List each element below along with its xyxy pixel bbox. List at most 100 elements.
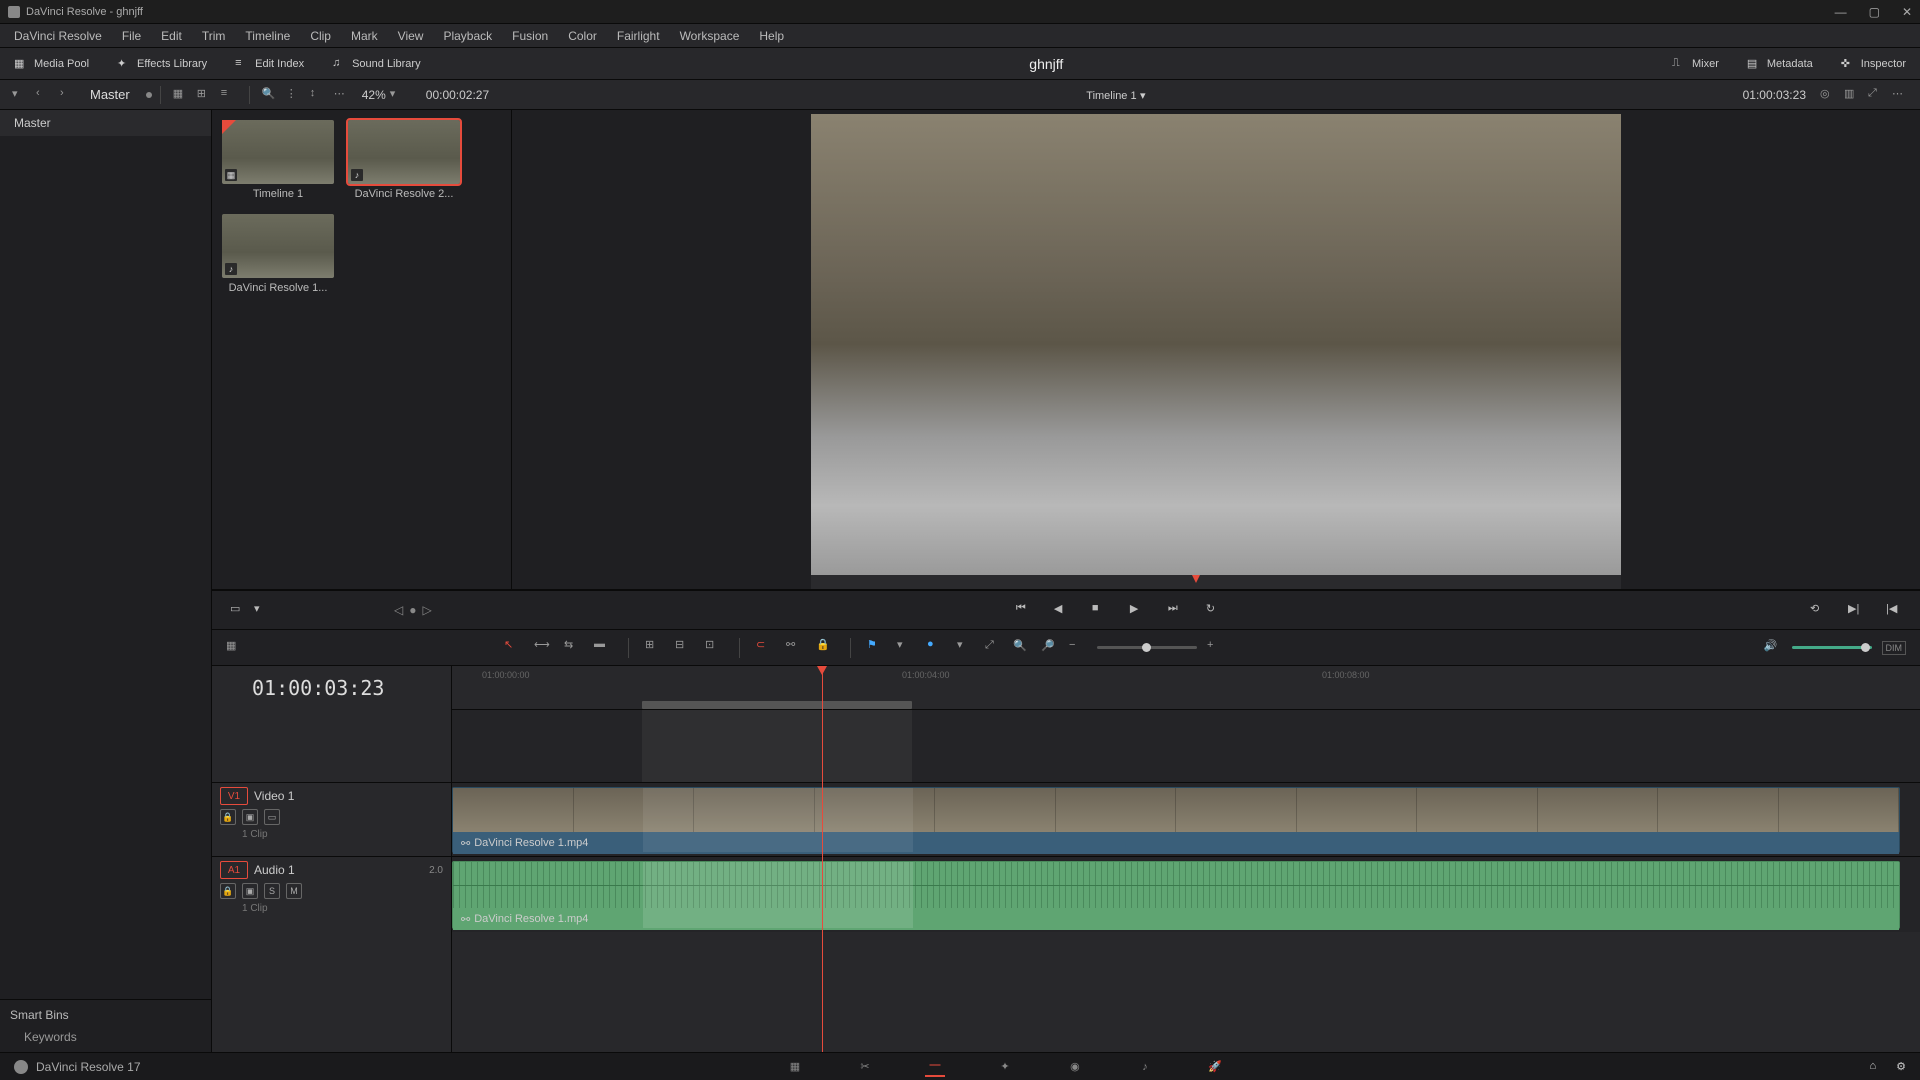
grid-view-icon[interactable]: ⊞ <box>197 87 213 103</box>
stop-icon[interactable]: ■ <box>1092 602 1108 618</box>
menu-file[interactable]: File <box>112 29 151 43</box>
page-cut-icon[interactable]: ✂ <box>855 1057 875 1077</box>
timeline-name[interactable]: Timeline 1 <box>1086 90 1136 102</box>
bypass-icon[interactable]: ◎ <box>1820 87 1836 103</box>
bin-master[interactable]: Master <box>0 110 211 136</box>
settings-icon[interactable]: ⚙ <box>1896 1060 1906 1073</box>
menu-fusion[interactable]: Fusion <box>502 29 558 43</box>
nav-fwd-icon[interactable]: › <box>60 87 76 103</box>
timeline-dropdown-icon[interactable]: ▾ <box>1140 90 1146 102</box>
viewer-mode-icon[interactable]: ▭ <box>230 602 246 618</box>
search-icon[interactable]: 🔍 <box>262 87 278 103</box>
goto-end-icon[interactable]: ⏭ <box>1168 602 1184 618</box>
viewer-scrubber[interactable] <box>811 575 1621 589</box>
jog-next-icon[interactable]: ▷ <box>422 603 431 617</box>
in-out-range[interactable] <box>642 701 912 709</box>
zoom-detail-icon[interactable]: 🔍 <box>1013 639 1031 657</box>
timeline-ruler[interactable]: 01:00:00:00 01:00:04:00 01:00:08:00 <box>452 666 1920 710</box>
zoom-in-icon[interactable]: + <box>1207 639 1225 657</box>
match-frame-icon[interactable]: ⟲ <box>1810 602 1826 618</box>
viewer-options-icon[interactable]: ⋯ <box>1892 87 1908 103</box>
inspector-toggle[interactable]: ✜Inspector <box>1827 57 1920 71</box>
audio-clip[interactable]: ⚯DaVinci Resolve 1.mp4 <box>452 861 1900 929</box>
zoom-dropdown-icon[interactable]: ▾ <box>390 87 406 103</box>
marker-dropdown-icon[interactable]: ▾ <box>957 638 975 656</box>
menu-timeline[interactable]: Timeline <box>235 29 300 43</box>
smart-bin-keywords[interactable]: Keywords <box>10 1030 201 1044</box>
sound-library-toggle[interactable]: ♫Sound Library <box>318 48 435 79</box>
zoom-full-icon[interactable]: ⤢ <box>985 639 1003 657</box>
auto-select-icon[interactable]: ▣ <box>242 883 258 899</box>
timeline-body[interactable]: 01:00:00:00 01:00:04:00 01:00:08:00 ⚯DaV… <box>452 666 1920 1052</box>
nav-back-icon[interactable]: ‹ <box>36 87 52 103</box>
page-color-icon[interactable]: ◉ <box>1065 1057 1085 1077</box>
viewer-mode-dropdown-icon[interactable]: ▾ <box>254 602 270 618</box>
page-edit-icon[interactable]: ⎯⎯ <box>925 1057 945 1077</box>
minimize-button[interactable]: — <box>1835 5 1847 19</box>
clip-thumb[interactable]: ♪ <box>222 214 334 278</box>
lock-track-icon[interactable]: 🔒 <box>220 809 236 825</box>
step-back-icon[interactable]: ◀ <box>1054 602 1070 618</box>
flag-icon[interactable]: ⚑ <box>867 638 885 656</box>
zoom-slider[interactable] <box>1097 646 1197 649</box>
maximize-button[interactable]: ▢ <box>1869 5 1880 19</box>
page-deliver-icon[interactable]: 🚀 <box>1205 1057 1225 1077</box>
page-fusion-icon[interactable]: ✦ <box>995 1057 1015 1077</box>
effects-library-toggle[interactable]: ✦Effects Library <box>103 48 221 79</box>
jog-prev-icon[interactable]: ◁ <box>394 603 403 617</box>
playhead[interactable] <box>822 666 823 1052</box>
metadata-toggle[interactable]: ▤Metadata <box>1733 57 1827 71</box>
filter-dropdown-icon[interactable]: ⋮ <box>286 87 302 103</box>
list-view-icon[interactable]: ≡ <box>221 87 237 103</box>
page-fairlight-icon[interactable]: ♪ <box>1135 1057 1155 1077</box>
solo-icon[interactable]: S <box>264 883 280 899</box>
disable-video-icon[interactable]: ▭ <box>264 809 280 825</box>
home-icon[interactable]: ⌂ <box>1869 1060 1876 1073</box>
loop-icon[interactable]: ↻ <box>1206 602 1222 618</box>
menu-color[interactable]: Color <box>558 29 607 43</box>
mark-out-icon[interactable]: ▶| <box>1848 602 1864 618</box>
mark-in-icon[interactable]: |◀ <box>1886 602 1902 618</box>
volume-icon[interactable]: 🔊 <box>1764 639 1782 657</box>
menu-playback[interactable]: Playback <box>433 29 502 43</box>
viewer-frame[interactable] <box>811 114 1621 575</box>
mixer-toggle[interactable]: ⎍Mixer <box>1658 57 1733 71</box>
page-media-icon[interactable]: ▦ <box>785 1057 805 1077</box>
snapping-icon[interactable]: ⊂ <box>756 638 774 656</box>
goto-start-icon[interactable]: ⏮ <box>1016 602 1032 618</box>
insert-clip-icon[interactable]: ⊞ <box>645 638 663 656</box>
video-clip[interactable]: ⚯DaVinci Resolve 1.mp4 <box>452 787 1900 853</box>
thumbnail-view-icon[interactable]: ▦ <box>173 87 189 103</box>
menu-workspace[interactable]: Workspace <box>670 29 750 43</box>
zoom-custom-icon[interactable]: 🔎 <box>1041 639 1059 657</box>
overwrite-clip-icon[interactable]: ⊟ <box>675 638 693 656</box>
zoom-out-icon[interactable]: − <box>1069 639 1087 657</box>
media-pool-toggle[interactable]: ▦Media Pool <box>0 48 103 79</box>
sort-icon[interactable]: ↕ <box>310 87 326 103</box>
source-zoom[interactable]: 42% <box>362 88 386 102</box>
menu-davinci[interactable]: DaVinci Resolve <box>4 29 112 43</box>
position-lock-icon[interactable]: 🔒 <box>816 638 834 656</box>
marker-icon[interactable]: ● <box>927 638 945 656</box>
options-icon[interactable]: ⋯ <box>334 87 350 103</box>
mute-icon[interactable]: M <box>286 883 302 899</box>
menu-mark[interactable]: Mark <box>341 29 388 43</box>
menu-view[interactable]: View <box>388 29 434 43</box>
clip-timeline-thumb[interactable]: ▦ <box>222 120 334 184</box>
flag-dropdown-icon[interactable]: ▾ <box>897 638 915 656</box>
trim-tool-icon[interactable]: ⟷ <box>534 638 552 656</box>
video-track-tag[interactable]: V1 <box>220 787 248 805</box>
menu-fairlight[interactable]: Fairlight <box>607 29 670 43</box>
play-icon[interactable]: ▶ <box>1130 602 1146 618</box>
selection-tool-icon[interactable]: ↖ <box>504 638 522 656</box>
lock-track-icon[interactable]: 🔒 <box>220 883 236 899</box>
replace-clip-icon[interactable]: ⊡ <box>705 638 723 656</box>
close-button[interactable]: ✕ <box>1902 5 1912 19</box>
link-icon[interactable]: ⚯ <box>786 638 804 656</box>
bin-dropdown-icon[interactable]: ▾ <box>12 87 28 103</box>
audio-track-tag[interactable]: A1 <box>220 861 248 879</box>
dynamic-trim-icon[interactable]: ⇆ <box>564 638 582 656</box>
dim-button[interactable]: DIM <box>1882 641 1907 655</box>
clip-thumb[interactable]: ♪ <box>348 120 460 184</box>
menu-edit[interactable]: Edit <box>151 29 192 43</box>
